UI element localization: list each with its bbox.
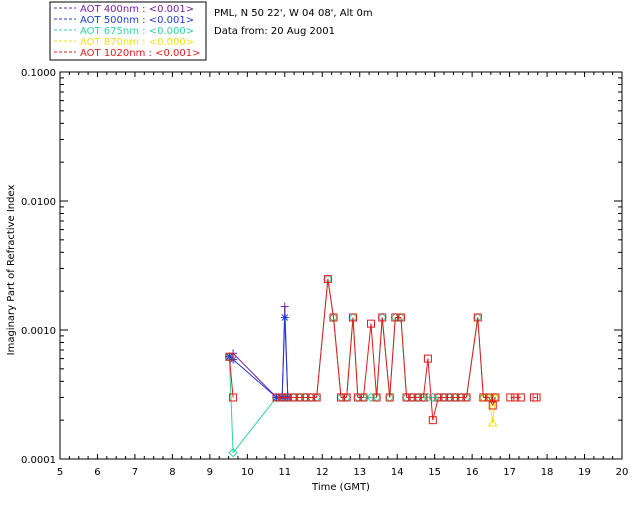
info-location: PML, N 50 22', W 04 08', Alt 0m — [214, 8, 373, 19]
series-line-segment — [228, 356, 234, 453]
series-line-segment — [346, 317, 354, 398]
series-line-segment — [422, 358, 429, 398]
x-tick-label: 15 — [428, 467, 441, 478]
x-tick-label: 8 — [169, 467, 175, 478]
series-line-segment — [370, 323, 378, 398]
series-2 — [225, 313, 292, 402]
series-line-segment — [232, 352, 277, 398]
series-line-segment — [232, 397, 277, 453]
legend-item: AOT 400nm : <0.001> — [80, 4, 194, 15]
y-tick-label: 0.0001 — [21, 455, 56, 466]
x-tick-label: 19 — [578, 467, 591, 478]
x-tick-label: 6 — [94, 467, 100, 478]
legend-item: AOT 1020nm : <0.001> — [80, 48, 200, 59]
x-tick-label: 11 — [278, 467, 291, 478]
y-tick-label: 0.0100 — [21, 197, 56, 208]
x-tick-label: 18 — [541, 467, 554, 478]
legend-item: AOT 870nm : <0.000> — [80, 37, 194, 48]
series-3 — [224, 274, 501, 458]
series-line-segment — [281, 317, 286, 398]
series-line-segment — [362, 323, 372, 398]
y-axis: 0.0001 0.0010 0.0100 0.1000 — [21, 68, 622, 466]
x-tick-label: 16 — [466, 467, 479, 478]
series-line-segment — [477, 317, 484, 398]
x-axis: 5 6 7 8 9 10 11 12 13 14 15 16 17 18 19 20 — [57, 72, 629, 478]
x-tick-label: 9 — [207, 467, 213, 478]
legend-item: AOT 675nm : <0.000> — [80, 26, 194, 37]
chart: AOT 400nm : <0.001>AOT 500nm : <0.001>AO… — [6, 1, 629, 493]
series-line-segment — [232, 359, 277, 398]
series-line-segment — [381, 317, 391, 398]
series-line-segment — [400, 317, 408, 398]
x-tick-label: 17 — [503, 467, 516, 478]
x-tick-label: 20 — [616, 467, 629, 478]
info-date: Data from: 20 Aug 2001 — [214, 26, 335, 37]
y-tick-label: 0.0010 — [21, 326, 56, 337]
series-line-segment — [327, 279, 335, 318]
x-tick-label: 12 — [316, 467, 329, 478]
x-tick-label: 10 — [241, 467, 254, 478]
x-tick-label: 7 — [132, 467, 138, 478]
series-line-segment — [389, 317, 396, 398]
series-line-segment — [333, 317, 342, 398]
series-line-segment — [427, 358, 434, 421]
x-tick-label: 14 — [391, 467, 404, 478]
series-line-segment — [284, 317, 289, 398]
series-line-segment — [352, 317, 359, 398]
series-line-segment — [316, 279, 329, 398]
legend-item: AOT 500nm : <0.001> — [80, 15, 194, 26]
x-axis-label: Time (GMT) — [311, 482, 370, 493]
y-axis-label: Imaginary Part of Refractive Index — [6, 185, 17, 356]
series-line-segment — [376, 317, 383, 398]
x-tick-label: 5 — [57, 467, 63, 478]
series-layer — [224, 274, 541, 458]
x-tick-label: 13 — [353, 467, 366, 478]
y-tick-label: 0.1000 — [21, 68, 56, 79]
series-line-segment — [466, 317, 479, 398]
